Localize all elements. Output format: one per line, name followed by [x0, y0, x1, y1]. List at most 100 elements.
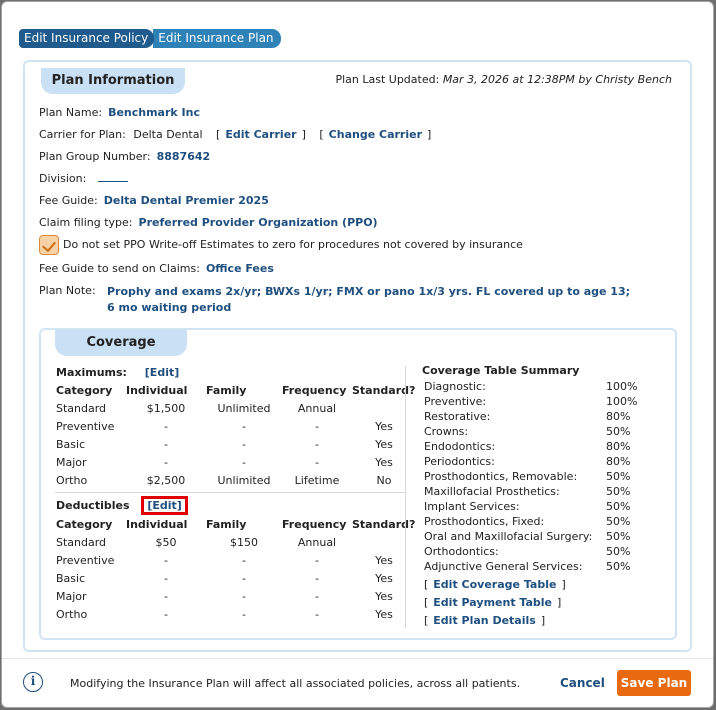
maximums-cell: Lifetime	[294, 473, 340, 487]
maximums-cell: Yes	[375, 437, 393, 451]
division-label: Division:	[39, 172, 87, 185]
maximums-cell: -	[315, 455, 319, 469]
col-standard: Standard?	[352, 517, 416, 531]
edit-payment-table-link[interactable]: Edit Payment Table	[433, 596, 552, 609]
deductibles-cell: -	[164, 589, 168, 603]
footer-divider	[2, 658, 713, 659]
summary-percent: 50%	[606, 530, 631, 543]
deductibles-cell: -	[242, 589, 246, 603]
summary-row: Diagnostic: 100%	[424, 379, 637, 394]
deductibles-header-row: Category Individual Family Frequency Sta…	[56, 515, 416, 533]
deductibles-cell: $50	[155, 535, 177, 549]
maximums-row: Preventive - - - Yes	[56, 417, 416, 435]
plan-note-line-1: Prophy and exams 2x/yr; BWXs 1/yr; FMX o…	[107, 285, 631, 298]
summary-row: Oral and Maxillofacial Surgery: 50%	[424, 529, 637, 544]
cancel-button[interactable]: Cancel	[560, 676, 605, 690]
summary-category: Adjunctive General Services:	[424, 560, 583, 573]
plan-note-line-2: 6 mo waiting period	[107, 301, 232, 314]
summary-percent: 50%	[606, 560, 631, 573]
deductibles-row: Basic - - - Yes	[56, 569, 416, 587]
maximums-table: Maximums: [Edit] Category Individual Fam…	[56, 363, 416, 489]
plan-note-label: Plan Note:	[39, 284, 96, 297]
fee-guide-value: Delta Dental Premier 2025	[103, 194, 269, 207]
maximums-cell: -	[242, 437, 246, 451]
summary-percent: 50%	[606, 470, 631, 483]
summary-row: Implant Services: 50%	[424, 499, 637, 514]
maximums-cell: Preventive	[56, 419, 115, 433]
ppo-writeoff-row: Do not set PPO Write-off Estimates to ze…	[39, 235, 523, 255]
maximums-cell: -	[315, 437, 319, 451]
change-carrier-link[interactable]: Change Carrier	[329, 128, 422, 141]
deductibles-cell: -	[164, 607, 168, 621]
division-row: Division:	[39, 172, 128, 185]
plan-information-panel: Plan Information Plan Last Updated: Mar …	[23, 60, 692, 652]
maximums-header-row: Category Individual Family Frequency Sta…	[56, 381, 416, 399]
coverage-summary-title: Coverage Table Summary	[422, 364, 580, 377]
maximums-cell: Annual	[297, 401, 337, 415]
col-category: Category	[56, 517, 113, 531]
summary-row: Periodontics: 80%	[424, 454, 637, 469]
fee-guide-label: Fee Guide:	[39, 194, 98, 207]
group-number-label: Plan Group Number:	[39, 150, 151, 163]
col-individual: Individual	[126, 517, 188, 531]
maximums-row: Basic - - - Yes	[56, 435, 416, 453]
maximums-cell: -	[164, 419, 168, 433]
maximums-cell: Unlimited	[217, 401, 271, 415]
deductibles-cell: Annual	[297, 535, 337, 549]
carrier-value: Delta Dental	[133, 128, 203, 141]
maximums-cell: No	[376, 473, 392, 487]
maximums-cell: -	[164, 437, 168, 451]
deductibles-cell: -	[315, 571, 319, 585]
edit-maximums-link[interactable]: [Edit]	[145, 366, 179, 379]
maximums-cell: -	[164, 455, 168, 469]
col-individual: Individual	[126, 383, 188, 397]
tab-edit-insurance-plan[interactable]: Edit Insurance Plan	[153, 29, 281, 48]
maximums-cell: -	[242, 455, 246, 469]
maximums-cell: Yes	[375, 419, 393, 433]
deductibles-cell: Yes	[375, 589, 393, 603]
deductibles-cell: Standard	[56, 535, 107, 549]
col-frequency: Frequency	[282, 517, 347, 531]
carrier-row: Carrier for Plan: Delta Dental [Edit Car…	[39, 128, 432, 141]
summary-row: Adjunctive General Services: 50%	[424, 559, 637, 574]
deductibles-cell: Preventive	[56, 553, 115, 567]
save-plan-button[interactable]: Save Plan	[617, 670, 691, 696]
maximums-cell: -	[315, 419, 319, 433]
maximums-cell: Basic	[56, 437, 86, 451]
coverage-links: [Edit Coverage Table] [Edit Payment Tabl…	[424, 578, 566, 627]
summary-percent: 80%	[606, 455, 631, 468]
deductibles-cell: Yes	[375, 571, 393, 585]
maximums-row: Ortho $2,500 Unlimited Lifetime No	[56, 471, 416, 489]
summary-row: Maxillofacial Prosthetics: 50%	[424, 484, 637, 499]
plan-name-label: Plan Name:	[39, 106, 103, 119]
tab-edit-insurance-policy[interactable]: Edit Insurance Policy	[19, 29, 155, 48]
coverage-divider	[55, 492, 405, 493]
summary-category: Implant Services:	[424, 500, 520, 513]
edit-carrier-link[interactable]: Edit Carrier	[225, 128, 296, 141]
maximums-cell: Standard	[56, 401, 107, 415]
updated-label: Plan Last Updated:	[335, 73, 440, 86]
division-value[interactable]	[97, 173, 128, 182]
maximums-cell: Ortho	[56, 473, 88, 487]
maximums-cell: $2,500	[146, 473, 186, 487]
deductibles-row: Ortho - - - Yes	[56, 605, 416, 623]
col-family: Family	[206, 517, 247, 531]
summary-percent: 50%	[606, 425, 631, 438]
summary-category: Orthodontics:	[424, 545, 499, 558]
edit-plan-details-link[interactable]: Edit Plan Details	[433, 614, 536, 627]
summary-percent: 100%	[606, 395, 638, 408]
info-icon: i	[23, 672, 43, 692]
edit-deductibles-link[interactable]: [Edit]	[141, 496, 188, 515]
maximums-cell: Yes	[375, 455, 393, 469]
col-standard: Standard?	[352, 383, 416, 397]
plan-last-updated: Plan Last Updated: Mar 3, 2026 at 12:38P…	[335, 73, 672, 86]
group-number-row: Plan Group Number: 8887642	[39, 150, 210, 163]
carrier-label: Carrier for Plan:	[39, 128, 126, 141]
deductibles-cell	[352, 533, 416, 551]
deductibles-cell: Yes	[375, 607, 393, 621]
edit-coverage-table-link[interactable]: Edit Coverage Table	[433, 578, 556, 591]
ppo-writeoff-label: Do not set PPO Write-off Estimates to ze…	[63, 238, 523, 251]
maximums-cell: Unlimited	[217, 473, 271, 487]
ppo-writeoff-checkbox[interactable]	[39, 235, 59, 255]
fee-guide-claims-label: Fee Guide to send on Claims:	[39, 262, 200, 275]
